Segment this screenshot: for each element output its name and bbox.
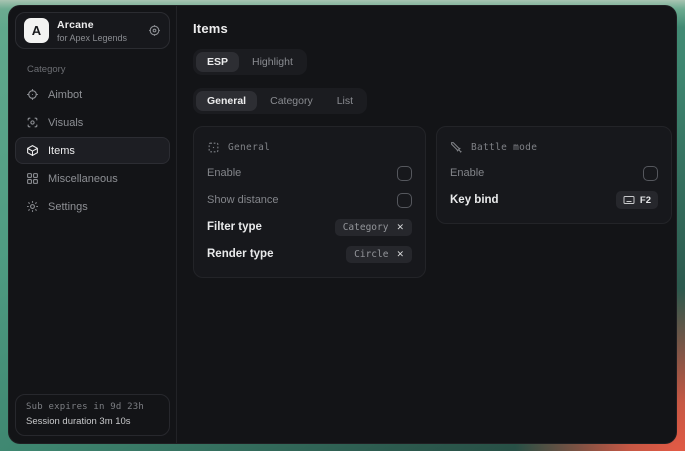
sidebar-item-visuals[interactable]: Visuals [15,109,170,136]
setting-row-filter-type: Filter type Category ✕ [207,217,412,237]
sidebar-nav: Aimbot Visuals Items [15,81,170,220]
battle-enable-checkbox[interactable] [643,166,658,181]
main-content: Items ESP Highlight General Category Lis… [177,6,677,443]
setting-label: Show distance [207,194,279,206]
gear-icon [26,200,39,213]
sidebar-item-label: Visuals [48,117,83,129]
keyboard-icon [623,194,635,206]
setting-label: Key bind [450,194,499,206]
sidebar-item-label: Settings [48,201,88,213]
sidebar: A Arcane for Apex Legends Category [9,6,177,443]
tab-list[interactable]: List [326,91,364,111]
sword-icon [450,141,463,154]
grid-icon [26,172,39,185]
brand-subtitle: for Apex Legends [57,33,127,43]
mode-tabs: ESP Highlight [193,49,307,75]
sidebar-item-aimbot[interactable]: Aimbot [15,81,170,108]
setting-label: Enable [450,167,484,179]
general-panel: General Enable Show distance Filter type… [193,126,426,278]
dashed-box-icon [207,141,220,154]
sidebar-section-label: Category [27,64,170,75]
tag-value: Category [343,222,389,233]
brand-logo: A [24,18,49,43]
tab-esp[interactable]: ESP [196,52,239,72]
setting-row-enable: Enable [207,163,412,183]
sidebar-item-label: Aimbot [48,89,82,101]
keybind-button[interactable]: F2 [616,191,658,209]
sidebar-item-label: Miscellaneous [48,173,118,185]
keybind-value: F2 [640,195,651,206]
battle-mode-panel: Battle mode Enable Key bind F2 [436,126,672,224]
setting-label: Render type [207,248,273,260]
setting-row-key-bind: Key bind F2 [450,190,658,210]
sidebar-item-miscellaneous[interactable]: Miscellaneous [15,165,170,192]
setting-row-show-distance: Show distance [207,190,412,210]
target-icon[interactable] [148,24,161,37]
battle-panel-title: Battle mode [471,142,537,153]
crosshair-icon [26,88,39,101]
show-distance-checkbox[interactable] [397,193,412,208]
enable-checkbox[interactable] [397,166,412,181]
setting-label: Filter type [207,221,262,233]
general-panel-title: General [228,142,270,153]
general-panel-header: General [207,138,412,156]
sidebar-item-items[interactable]: Items [15,137,170,164]
tab-highlight[interactable]: Highlight [241,52,304,72]
setting-label: Enable [207,167,241,179]
page-title: Items [193,21,672,36]
tag-value: Circle [354,249,388,260]
render-type-tag[interactable]: Circle ✕ [346,246,412,263]
tab-category[interactable]: Category [259,91,324,111]
eye-icon [26,116,39,129]
brand-card: A Arcane for Apex Legends [15,12,170,49]
panels-row: General Enable Show distance Filter type… [193,126,672,278]
setting-row-enable: Enable [450,163,658,183]
box-icon [26,144,39,157]
filter-type-tag[interactable]: Category ✕ [335,219,412,236]
subscription-panel: Sub expires in 9d 23h Session duration 3… [15,394,170,436]
brand-name: Arcane [57,19,127,31]
session-duration-text: Session duration 3m 10s [26,416,159,427]
app-window: A Arcane for Apex Legends Category [8,5,677,444]
tab-general[interactable]: General [196,91,257,111]
sidebar-item-label: Items [48,145,75,157]
sidebar-item-settings[interactable]: Settings [15,193,170,220]
setting-row-render-type: Render type Circle ✕ [207,244,412,264]
close-icon[interactable]: ✕ [396,250,404,259]
view-tabs: General Category List [193,88,367,114]
close-icon[interactable]: ✕ [396,223,404,232]
brand-text: Arcane for Apex Legends [57,19,127,43]
battle-panel-header: Battle mode [450,138,658,156]
sub-expires-text: Sub expires in 9d 23h [26,402,159,412]
